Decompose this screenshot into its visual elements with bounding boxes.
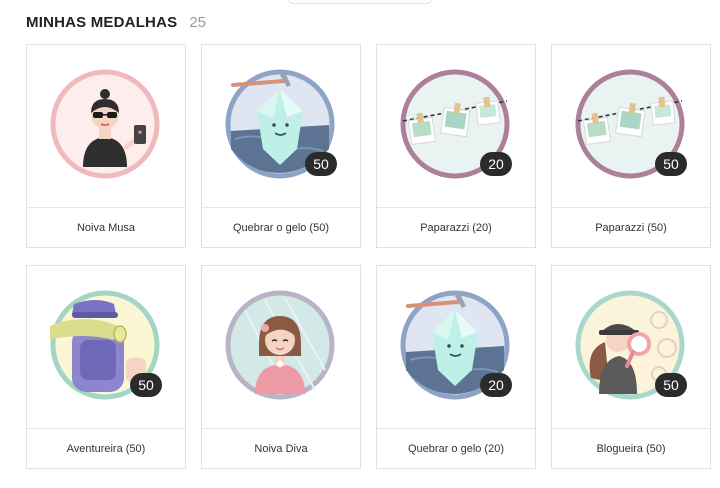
medal-image-area: 50: [552, 266, 710, 429]
medal-count: 25: [189, 14, 207, 31]
medal-label: Paparazzi (20): [420, 221, 492, 234]
medal-image-area: [202, 266, 360, 429]
medal-image-area: 20: [377, 266, 535, 429]
medal-label: Quebrar o gelo (50): [233, 221, 329, 234]
page-title: MINHAS MEDALHAS: [26, 14, 178, 31]
bride-muse-icon: [50, 69, 160, 179]
medal-card[interactable]: Noiva Diva: [201, 265, 361, 469]
medal-label: Quebrar o gelo (20): [408, 442, 504, 455]
medal-count-badge: 50: [655, 373, 687, 397]
medal-card[interactable]: 50 Quebrar o gelo (50): [201, 44, 361, 248]
medal-count-badge: 20: [480, 373, 512, 397]
medals-grid: Noiva Musa 50 Quebrar o gelo (50) 20 Pap…: [26, 44, 711, 469]
medal-image-area: 50: [202, 45, 360, 208]
medals-header: MINHAS MEDALHAS 25: [26, 14, 206, 34]
medal-label: Blogueira (50): [596, 442, 666, 455]
medal-label: Paparazzi (50): [595, 221, 667, 234]
medal-count-badge: 20: [480, 152, 512, 176]
medal-label: Noiva Diva: [254, 442, 308, 455]
medal-image-area: 20: [377, 45, 535, 208]
medal-label: Noiva Musa: [76, 221, 136, 234]
medal-card[interactable]: 50 Aventureira (50): [26, 265, 186, 469]
medal-image-area: 50: [552, 45, 710, 208]
medal-count-badge: 50: [305, 152, 337, 176]
top-tab: [288, 0, 432, 4]
medal-count-badge: 50: [130, 373, 162, 397]
medal-card[interactable]: 50 Blogueira (50): [551, 265, 711, 469]
medal-card[interactable]: 20 Quebrar o gelo (20): [376, 265, 536, 469]
medal-label: Aventureira (50): [66, 442, 146, 455]
medal-card[interactable]: Noiva Musa: [26, 44, 186, 248]
bride-diva-icon: [225, 290, 335, 400]
medal-card[interactable]: 20 Paparazzi (20): [376, 44, 536, 248]
medal-card[interactable]: 50 Paparazzi (50): [551, 44, 711, 248]
medal-image-area: [27, 45, 185, 208]
medal-image-area: 50: [27, 266, 185, 429]
medal-count-badge: 50: [655, 152, 687, 176]
